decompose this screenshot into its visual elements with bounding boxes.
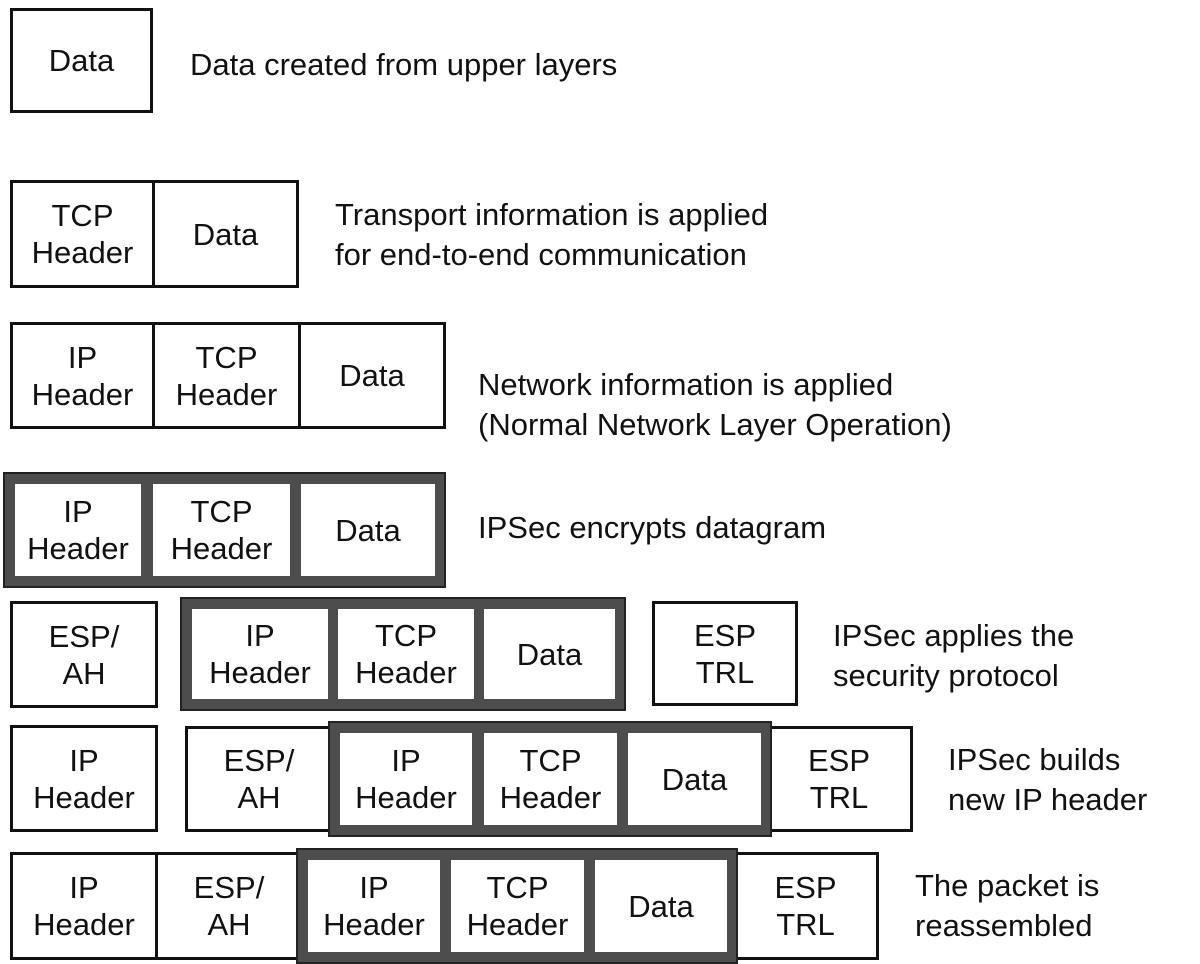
ip-header-cell: IP Header bbox=[308, 860, 440, 952]
esp-trl-cell: ESP TRL bbox=[652, 601, 798, 706]
step-caption: IPSec builds new IP header bbox=[948, 742, 1148, 817]
data-cell: Data bbox=[10, 8, 153, 113]
tcp-header-cell: TCP Header bbox=[338, 609, 474, 699]
new-ip-header-cell: IP Header bbox=[10, 725, 158, 832]
data-cell: Data bbox=[301, 484, 435, 576]
tcp-header-cell: TCP Header bbox=[152, 322, 301, 429]
esp-trl-cell: ESP TRL bbox=[732, 852, 879, 960]
step-caption: Transport information is applied for end… bbox=[335, 197, 769, 272]
step-caption: Data created from upper layers bbox=[190, 47, 618, 82]
step-caption: IPSec encrypts datagram bbox=[478, 510, 827, 545]
ip-header-cell: IP Header bbox=[10, 322, 155, 429]
data-cell: Data bbox=[152, 180, 299, 288]
esp-ah-cell: ESP/ AH bbox=[10, 601, 158, 708]
tcp-header-cell: TCP Header bbox=[484, 733, 617, 825]
esp-ah-cell: ESP/ AH bbox=[185, 726, 333, 832]
esp-ah-cell: ESP/ AH bbox=[155, 852, 303, 960]
step-caption: IPSec applies the security protocol bbox=[833, 618, 1075, 693]
tcp-header-cell: TCP Header bbox=[153, 484, 290, 576]
step-caption: Network information is applied (Normal N… bbox=[478, 367, 952, 442]
ip-header-cell: IP Header bbox=[340, 733, 472, 825]
tcp-header-cell: TCP Header bbox=[451, 860, 584, 952]
step-caption: The packet is reassembled bbox=[915, 868, 1100, 943]
data-cell: Data bbox=[298, 322, 446, 429]
ip-header-cell: IP Header bbox=[15, 484, 141, 576]
ip-header-cell: IP Header bbox=[192, 609, 328, 699]
data-cell: Data bbox=[595, 860, 727, 952]
tcp-header-cell: TCP Header bbox=[10, 180, 155, 288]
new-ip-header-cell: IP Header bbox=[10, 852, 158, 960]
data-cell: Data bbox=[484, 609, 615, 699]
data-cell: Data bbox=[628, 733, 761, 825]
esp-trl-cell: ESP TRL bbox=[765, 726, 913, 832]
